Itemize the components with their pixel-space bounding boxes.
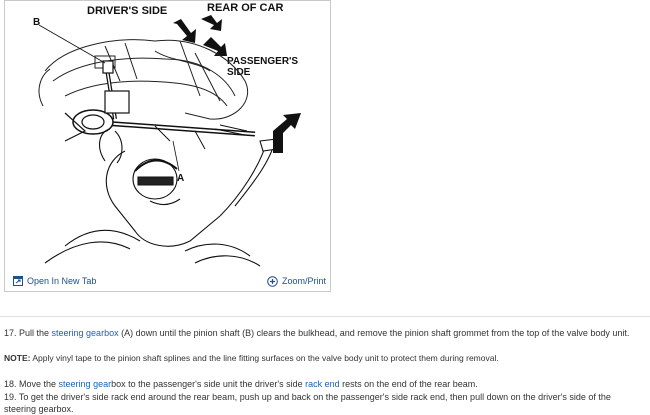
steering-gear-link[interactable]: steering gear [59, 379, 112, 389]
drivers-side-label: DRIVER'S SIDE [87, 5, 167, 17]
steering-gearbox-link[interactable]: steering gearbox [52, 328, 119, 338]
rack-end-link[interactable]: rack end [305, 379, 340, 389]
zoom-plus-icon [267, 275, 278, 287]
note: NOTE: Apply vinyl tape to the pinion sha… [4, 352, 644, 364]
technician-figure-sketch [44, 128, 278, 267]
rear-of-car-label: REAR OF CAR [207, 2, 283, 14]
zoom-print-label: Zoom/Print [281, 276, 326, 286]
open-in-new-tab-button[interactable]: Open In New Tab [13, 276, 96, 286]
step-18-prefix: 18. Move the [4, 379, 59, 389]
note-text: Apply vinyl tape to the pinion shaft spl… [30, 353, 499, 363]
note-label: NOTE: [4, 353, 31, 363]
open-new-tab-icon [13, 276, 23, 286]
callout-a-label: A [177, 173, 184, 184]
zoom-print-button[interactable]: Zoom/Print [267, 275, 326, 287]
step-17-prefix: 17. Pull the [4, 328, 52, 338]
direction-arrow-right-icon [273, 113, 301, 153]
steering-gearbox-illustration: DRIVER'S SIDE REAR OF CAR PASSENGER'S SI… [33, 2, 301, 267]
open-in-new-tab-label: Open In New Tab [27, 276, 97, 286]
figure-panel: DRIVER'S SIDE REAR OF CAR PASSENGER'S SI… [4, 0, 331, 292]
step-18-text: rests on the end of the rear beam. [339, 379, 478, 389]
step-18-middle: box to the passenger's side unit the dri… [111, 379, 306, 389]
step-17-text: (A) down until the pinion shaft (B) clea… [118, 328, 630, 338]
direction-arrows-icon [173, 15, 227, 56]
step-18: 18. Move the steering gearbox to the pas… [4, 378, 644, 390]
passengers-side-label-line1: PASSENGER'S [227, 56, 298, 67]
step-19-text: 19. To get the driver's side rack end ar… [4, 392, 611, 414]
engine-bay-sketch [38, 39, 248, 120]
figure-toolbar: Open In New Tab Zoom/Print [5, 271, 330, 291]
step-17: 17. Pull the steering gearbox (A) down u… [4, 327, 644, 339]
step-19: 19. To get the driver's side rack end ar… [4, 391, 644, 415]
callout-b-label: B [33, 17, 40, 28]
section-divider [0, 316, 650, 317]
